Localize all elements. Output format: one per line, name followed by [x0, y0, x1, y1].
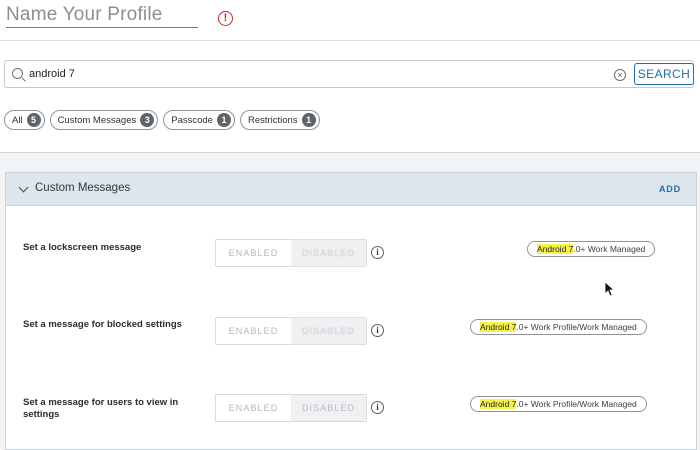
chevron-down-icon[interactable]	[18, 182, 29, 193]
filter-chip-label: All	[12, 114, 23, 126]
filter-chip-label: Restrictions	[247, 114, 298, 126]
section-header[interactable]: Custom Messages ADD	[6, 173, 696, 206]
filter-chip-all[interactable]: All 5	[4, 110, 45, 130]
badge-text: .0+ Work Managed	[573, 244, 646, 254]
badge-text: .0+ Work Profile/Work Managed	[516, 322, 637, 332]
setting-label: Set a message for users to view in setti…	[23, 397, 179, 420]
setting-label: Set a message for blocked settings	[23, 319, 182, 330]
filter-chip-restrictions[interactable]: Restrictions 1	[239, 110, 320, 130]
filter-chips: All 5 Custom Messages 3 Passcode 1 Restr…	[4, 110, 320, 130]
search-input[interactable]	[29, 66, 589, 82]
toggle-enabled-option[interactable]: ENABLED	[216, 240, 291, 266]
compatibility-badge: Android 7.0+ Work Managed	[527, 241, 656, 257]
filter-chip-label: Custom Messages	[57, 114, 137, 126]
toggle-disabled-option[interactable]: DISABLED	[291, 395, 366, 421]
toggle-disabled-option[interactable]: DISABLED	[291, 318, 366, 344]
setting-row: Set a lockscreen message ENABLED DISABLE…	[6, 239, 696, 299]
badge-text: .0+ Work Profile/Work Managed	[516, 399, 637, 409]
search-button[interactable]: SEARCH	[634, 63, 694, 85]
divider	[0, 40, 700, 41]
filter-chip-count: 3	[140, 113, 155, 127]
info-icon[interactable]: i	[371, 324, 384, 337]
setting-row: Set a message for users to view in setti…	[6, 394, 696, 450]
section-title: Custom Messages	[35, 182, 131, 194]
filter-chip-label: Passcode	[171, 114, 213, 126]
compatibility-badge: Android 7.0+ Work Profile/Work Managed	[470, 396, 647, 412]
filter-chip-count: 1	[216, 113, 231, 127]
profile-name-field[interactable]: Name Your Profile	[6, 4, 198, 28]
compatibility-badge: Android 7.0+ Work Profile/Work Managed	[470, 319, 647, 335]
error-icon: !	[218, 11, 233, 26]
search-bar: × SEARCH	[4, 60, 694, 88]
enabled-disabled-toggle[interactable]: ENABLED DISABLED	[215, 317, 367, 345]
add-button[interactable]: ADD	[659, 184, 681, 194]
filter-chip-count: 5	[26, 113, 41, 127]
badge-highlight: Android 7	[537, 244, 574, 254]
enabled-disabled-toggle[interactable]: ENABLED DISABLED	[215, 394, 367, 422]
enabled-disabled-toggle[interactable]: ENABLED DISABLED	[215, 239, 367, 267]
info-icon[interactable]: i	[371, 246, 384, 259]
info-icon[interactable]: i	[371, 401, 384, 414]
toggle-enabled-option[interactable]: ENABLED	[216, 395, 291, 421]
toggle-disabled-option[interactable]: DISABLED	[291, 240, 366, 266]
filter-chip-passcode[interactable]: Passcode 1	[163, 110, 235, 130]
custom-messages-section: Custom Messages ADD Set a lockscreen mes…	[5, 172, 697, 450]
filter-chip-custom-messages[interactable]: Custom Messages 3	[49, 110, 159, 130]
setting-label: Set a lockscreen message	[23, 242, 142, 253]
filter-chip-count: 1	[301, 113, 316, 127]
search-icon	[12, 68, 23, 79]
clear-icon[interactable]: ×	[614, 69, 626, 81]
setting-row: Set a message for blocked settings ENABL…	[6, 317, 696, 377]
toggle-enabled-option[interactable]: ENABLED	[216, 318, 291, 344]
badge-highlight: Android 7	[480, 322, 517, 332]
badge-highlight: Android 7	[480, 399, 517, 409]
